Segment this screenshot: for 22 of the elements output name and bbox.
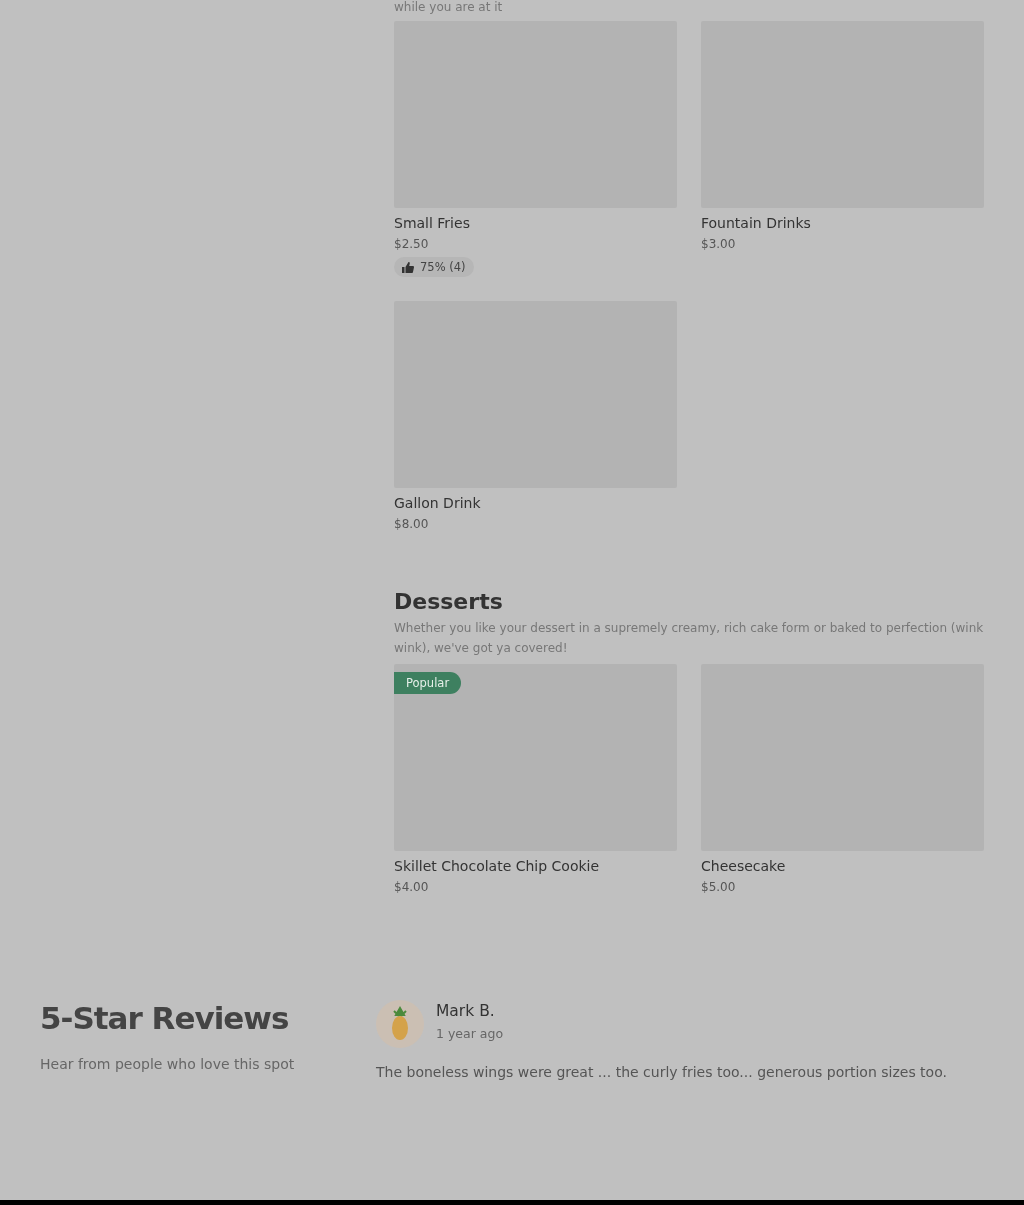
item-price: $5.00 [701,879,736,896]
item-name[interactable]: Fountain Drinks [701,213,811,233]
section-description: Whether you like your dessert in a supremely creamy, rich cake form or baked to perfection (wink wink), we've got ya covered! [394,620,984,657]
item-name[interactable]: Small Fries [394,213,470,233]
reviews-title: 5-Star Reviews [40,1000,290,1036]
review-time: 1 year ago [436,1026,504,1041]
thumbs-up-icon [402,261,414,273]
item-price: $4.00 [394,879,429,896]
reviews-subtitle: Hear from people who love this spot [40,1056,296,1072]
item-price: $2.50 [394,236,429,253]
item-name[interactable]: Skillet Chocolate Chip Cookie [394,856,600,876]
pineapple-avatar-icon [376,1000,424,1048]
section-title: Desserts [394,589,504,614]
review-text: The boneless wings were great ... the curly fries too... generous portion sizes too. [376,1064,948,1080]
popular-badge: Popular [394,672,462,694]
item-price: $3.00 [701,236,736,253]
item-name[interactable]: Gallon Drink [394,493,481,513]
reviewer-name: Mark B. [436,1002,496,1020]
item-name[interactable]: Cheesecake [701,856,786,876]
section-description: while you are at it [394,0,504,16]
rating-badge: 75% (4) [394,257,474,277]
item-price: $8.00 [394,516,429,533]
